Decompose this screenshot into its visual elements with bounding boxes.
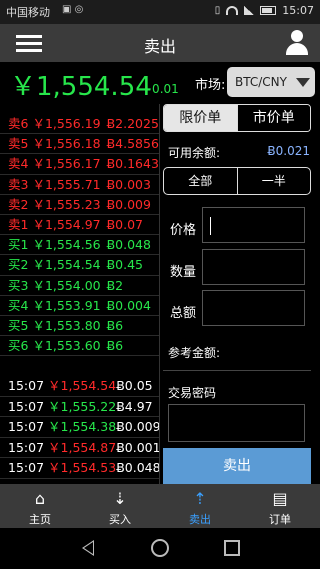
ask-row[interactable]: 卖1 ￥1,554.97 Ƀ0.07 [0,215,160,236]
divider [163,370,311,371]
home-icon: ⌂ [34,489,46,508]
price-label: 价格 [170,223,197,238]
trade-password-input[interactable] [168,404,305,442]
market-select[interactable]: BTC/CNY [227,67,315,97]
sell-submit-button[interactable]: 卖出 [163,448,311,484]
notification-icons: ▣ ◎ [62,4,84,15]
order-book: 卖6 ￥1,556.19 Ƀ2.2025 卖5 ￥1,556.18 Ƀ4.585… [0,114,160,357]
sell-icon: ⇡ [193,489,207,508]
nav-buy[interactable]: ⇣ 买入 [80,484,160,528]
all-button[interactable]: 全部 [164,168,237,194]
vibrate-icon: ▯ [214,5,221,16]
bottom-nav: ⌂ 主页 ⇣ 买入 ⇡ 卖出 ▤ 订单 [0,484,320,528]
battery-icon [260,6,277,15]
divider [159,104,160,484]
balance-value: Ƀ0.021 [267,144,310,158]
nav-orders[interactable]: ▤ 订单 [240,484,320,528]
balance-label: 可用余额: [168,146,221,160]
bid-row[interactable]: 买6 ￥1,553.60 Ƀ6 [0,336,160,357]
ask-row[interactable]: 卖3 ￥1,555.71 Ƀ0.003 [0,175,160,195]
amount-shortcuts: 全部 一半 [163,167,311,195]
bid-row[interactable]: 买4 ￥1,553.91 Ƀ0.004 [0,296,160,316]
signal-icon [244,6,255,15]
trade-history: 15:07 ￥1,554.54Ƀ0.05 15:07 ￥1,555.22Ƀ4.9… [0,376,161,479]
trade-row: 15:07 ￥1,554.87Ƀ0.001 [0,438,161,458]
order-type-tabs: 限价单 市价单 [163,104,311,132]
bid-row[interactable]: 买3 ￥1,554.00 Ƀ2 [0,276,160,296]
ask-row[interactable]: 卖4 ￥1,556.17 Ƀ0.1643 [0,154,160,175]
bid-row[interactable]: 买5 ￥1,553.80 Ƀ6 [0,316,160,337]
price-change: +0.01 [142,82,179,96]
trade-row: 15:07 ￥1,554.54Ƀ0.05 [0,376,160,397]
reference-amount-label: 参考金额: [168,346,221,360]
status-bar: 中国移动 ▣ ◎ ▯ 15:07 [0,0,320,24]
market-label: 市场: [195,78,226,93]
system-nav-bar [0,528,320,569]
ask-row[interactable]: 卖5 ￥1,556.18 Ƀ4.5856 [0,134,160,155]
trade-row: 15:07 ￥1,554.38Ƀ0.009 [0,417,161,438]
app-header: 卖出 [0,24,320,62]
back-icon[interactable] [82,540,94,556]
recent-apps-icon[interactable] [224,540,240,556]
bid-row[interactable]: 买1 ￥1,554.56 Ƀ0.048 [0,235,160,256]
price-input[interactable] [202,207,305,243]
wifi-icon [226,6,239,15]
carrier-name: 中国移动 [6,6,50,19]
chevron-down-icon [296,78,310,87]
nav-home[interactable]: ⌂ 主页 [0,484,80,528]
tab-limit-order[interactable]: 限价单 [164,105,237,131]
order-icon: ▤ [272,489,288,508]
half-button[interactable]: 一半 [236,168,311,194]
quantity-label: 数量 [170,265,197,280]
market-select-value: BTC/CNY [235,75,287,89]
page-title: 卖出 [143,37,176,56]
quantity-input[interactable] [202,249,305,285]
user-icon[interactable] [284,30,310,56]
ticker-bar: ￥1,554.54 +0.01 市场: BTC/CNY [0,62,320,102]
last-price: ￥1,554.54 [10,72,152,102]
password-label: 交易密码 [168,386,217,400]
total-label: 总额 [170,306,197,321]
buy-icon: ⇣ [113,489,127,508]
nav-sell[interactable]: ⇡ 卖出 [160,484,240,528]
tab-market-order[interactable]: 市价单 [236,105,310,131]
trade-row: 15:07 ￥1,554.53Ƀ0.048 [0,458,161,479]
total-input[interactable] [202,290,305,326]
bid-row[interactable]: 买2 ￥1,554.54 Ƀ0.45 [0,255,160,276]
clock: 15:07 [282,4,314,17]
circle-home-icon[interactable] [151,539,169,557]
ask-row[interactable]: 卖2 ￥1,555.23 Ƀ0.009 [0,195,160,215]
text-cursor [210,217,211,235]
trade-row: 15:07 ￥1,555.22Ƀ4.97 [0,397,160,417]
ask-row[interactable]: 卖6 ￥1,556.19 Ƀ2.2025 [0,114,160,135]
